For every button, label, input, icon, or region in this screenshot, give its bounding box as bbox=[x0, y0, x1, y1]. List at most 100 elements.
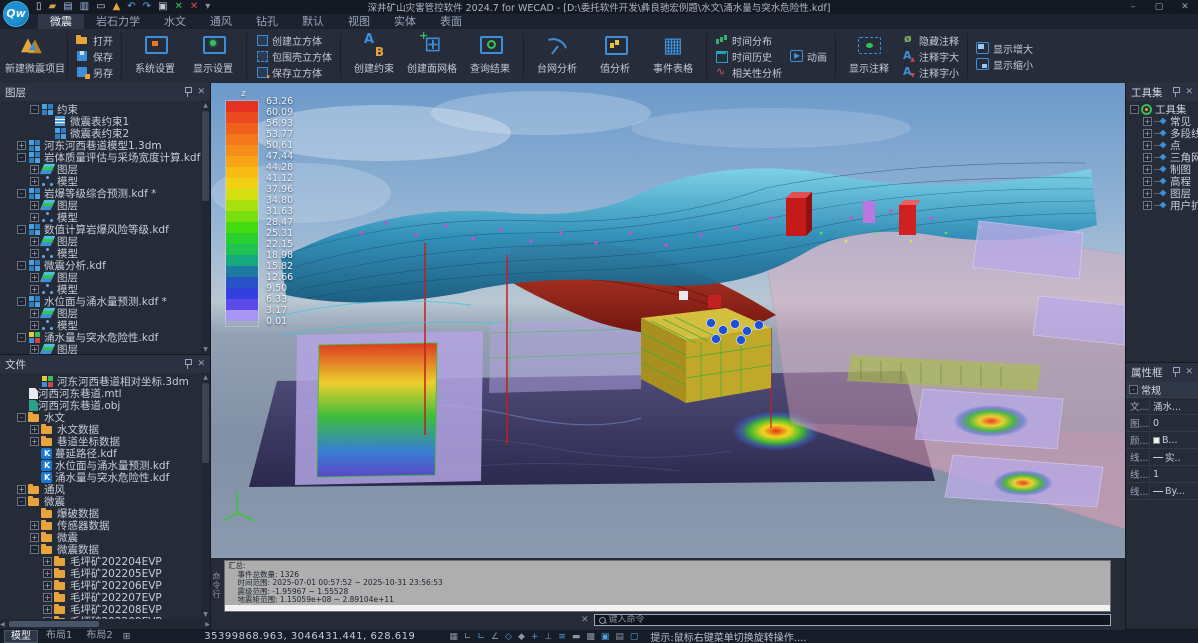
tab-岩石力学[interactable]: 岩石力学 bbox=[84, 14, 152, 29]
save-as-button[interactable]: 另存 bbox=[72, 64, 117, 80]
expand-toggle[interactable]: + bbox=[30, 437, 39, 446]
property-row[interactable]: 图...0 bbox=[1126, 415, 1198, 432]
property-row[interactable]: 文...涌水... bbox=[1126, 398, 1198, 415]
tree-item[interactable]: +多段线 bbox=[1128, 127, 1198, 139]
collapse-toggle[interactable]: - bbox=[17, 297, 26, 306]
expand-toggle[interactable]: + bbox=[1143, 201, 1152, 210]
open-button[interactable]: 打开 bbox=[72, 32, 117, 48]
tree-item[interactable]: +图层 bbox=[1128, 187, 1198, 199]
tree-item[interactable]: +用户扩展 bbox=[1128, 199, 1198, 211]
time-history-button[interactable]: 时间历史 bbox=[711, 48, 786, 64]
collapse-toggle[interactable]: - bbox=[17, 261, 26, 270]
close-panel-icon[interactable]: ✕ bbox=[197, 87, 205, 97]
object-snap-icon[interactable]: ◇ bbox=[505, 631, 512, 643]
tree-item[interactable]: +图层 bbox=[2, 199, 210, 211]
command-input-box[interactable] bbox=[594, 614, 1111, 626]
bounding-cube-button[interactable]: 包围壳立方体 bbox=[251, 48, 336, 64]
tree-item[interactable]: +模型 bbox=[2, 175, 210, 187]
tree-item[interactable]: +模型 bbox=[2, 247, 210, 259]
layers-scrollbar[interactable]: ▲▼ bbox=[201, 101, 210, 354]
dynamic-input-icon[interactable]: ≡ bbox=[558, 631, 566, 643]
tree-item[interactable]: -数值计算岩爆风险等级.kdf bbox=[2, 223, 210, 235]
transparency-icon[interactable]: ▩ bbox=[586, 631, 595, 643]
time-distribution-button[interactable]: 时间分布 bbox=[711, 32, 786, 48]
expand-toggle[interactable]: + bbox=[1143, 117, 1152, 126]
system-settings-button[interactable]: 系统设置 bbox=[126, 30, 184, 82]
collapse-toggle[interactable]: - bbox=[17, 189, 26, 198]
ortho-mode-icon[interactable]: ∟ bbox=[477, 631, 485, 643]
command-input[interactable] bbox=[609, 615, 1110, 625]
close-view-red-icon[interactable]: ✕ bbox=[190, 1, 198, 13]
tree-item[interactable]: +高程 bbox=[1128, 175, 1198, 187]
property-row[interactable]: 颜...B... bbox=[1126, 432, 1198, 449]
open-file-icon[interactable]: ▰ bbox=[49, 1, 57, 13]
workspace-icon[interactable]: ▢ bbox=[630, 631, 639, 643]
expand-toggle[interactable]: + bbox=[43, 557, 52, 566]
tree-item[interactable]: -水位面与涌水量预测.kdf * bbox=[2, 295, 210, 307]
expand-toggle[interactable]: + bbox=[30, 345, 39, 354]
tab-微震[interactable]: 微震 bbox=[38, 14, 84, 29]
tree-item[interactable]: 蔓延路径.kdf bbox=[2, 447, 210, 459]
collapse-toggle[interactable]: - bbox=[17, 413, 26, 422]
collapse-toggle[interactable]: - bbox=[30, 105, 39, 114]
grid-display-icon[interactable]: ▦ bbox=[449, 631, 458, 643]
new-file-icon[interactable]: ▯ bbox=[36, 1, 42, 13]
tree-item[interactable]: 河西河东巷道.obj bbox=[2, 399, 210, 411]
files-scrollbar[interactable]: ▲▼ bbox=[201, 373, 210, 619]
tree-item[interactable]: +模型 bbox=[2, 319, 210, 331]
tree-item[interactable]: -涌水量与突水危险性.kdf bbox=[2, 331, 210, 343]
expand-toggle[interactable]: + bbox=[30, 237, 39, 246]
pin-icon[interactable] bbox=[1172, 87, 1179, 97]
expand-toggle[interactable]: + bbox=[1143, 153, 1152, 162]
hide-annotations-button[interactable]: 隐藏注释 bbox=[898, 32, 963, 48]
toolbar-more-icon[interactable]: ▾ bbox=[205, 1, 210, 13]
undo-icon[interactable]: ↶ bbox=[127, 1, 135, 13]
print-icon[interactable]: ▭ bbox=[96, 1, 105, 13]
console-horizontal-scrollbar[interactable] bbox=[225, 605, 1110, 611]
tree-item[interactable]: -微震分析.kdf bbox=[2, 259, 210, 271]
annotation-font-larger-button[interactable]: 注释字大 bbox=[898, 48, 963, 64]
viewport-box-icon[interactable]: ▣ bbox=[158, 1, 167, 13]
expand-toggle[interactable]: + bbox=[17, 485, 26, 494]
viewport-3d[interactable]: z 63.2660.0956.9353.7750.6147.4444.2841.… bbox=[211, 83, 1125, 558]
expand-toggle[interactable]: + bbox=[1143, 129, 1152, 138]
tree-item[interactable]: +毛坪矿202207EVP bbox=[2, 591, 210, 603]
show-annotations-button[interactable]: 显示注释 bbox=[840, 30, 898, 82]
tree-item[interactable]: +模型 bbox=[2, 211, 210, 223]
tree-item[interactable]: +毛坪矿202206EVP bbox=[2, 579, 210, 591]
tree-item[interactable]: -岩体质量评估与采场宽度计算.kdf * bbox=[2, 151, 210, 163]
tab-视图[interactable]: 视图 bbox=[336, 14, 382, 29]
expand-toggle[interactable]: + bbox=[30, 249, 39, 258]
tree-item[interactable]: +模型 bbox=[2, 283, 210, 295]
property-row[interactable]: 线...1 bbox=[1126, 466, 1198, 483]
expand-toggle[interactable]: + bbox=[30, 425, 39, 434]
tree-item[interactable]: +毛坪矿202204EVP bbox=[2, 555, 210, 567]
tree-item[interactable]: +毛坪矿202205EVP bbox=[2, 567, 210, 579]
tab-表面[interactable]: 表面 bbox=[428, 14, 474, 29]
close-button[interactable]: ✕ bbox=[1172, 2, 1198, 12]
console-side-tab[interactable]: 命令行 bbox=[211, 560, 222, 610]
save-all-icon[interactable]: ▥ bbox=[80, 1, 89, 13]
polar-tracking-icon[interactable]: ∠ bbox=[491, 631, 499, 643]
console-log[interactable]: 汇总: 事件总数量: 1326 时间范围: 2025-07-01 00:57:5… bbox=[224, 560, 1111, 612]
expand-toggle[interactable]: + bbox=[1143, 189, 1152, 198]
app-logo-icon[interactable]: Qw bbox=[3, 1, 29, 27]
tree-item[interactable]: +图层 bbox=[2, 343, 210, 354]
collapse-toggle[interactable]: - bbox=[1130, 105, 1139, 114]
tree-item[interactable]: +三角网 bbox=[1128, 151, 1198, 163]
expand-toggle[interactable]: + bbox=[30, 177, 39, 186]
tree-item[interactable]: +微震 bbox=[2, 531, 210, 543]
collapse-toggle[interactable]: - bbox=[30, 545, 39, 554]
value-analysis-button[interactable]: 值分析 bbox=[586, 30, 644, 82]
collapse-toggle[interactable]: - bbox=[17, 153, 26, 162]
expand-toggle[interactable]: + bbox=[30, 309, 39, 318]
collapse-toggle[interactable]: - bbox=[17, 333, 26, 342]
dynamic-ucs-icon[interactable]: ⊥ bbox=[544, 631, 552, 643]
annotation-visibility-icon[interactable]: ▤ bbox=[615, 631, 624, 643]
save-cube-button[interactable]: 保存立方体 bbox=[251, 64, 336, 80]
collapse-toggle[interactable]: - bbox=[1129, 385, 1138, 394]
tree-item[interactable]: +图层 bbox=[2, 235, 210, 247]
minimize-button[interactable]: – bbox=[1120, 2, 1146, 12]
collapse-toggle[interactable]: - bbox=[17, 497, 26, 506]
selection-cycling-icon[interactable]: ▣ bbox=[601, 631, 610, 643]
